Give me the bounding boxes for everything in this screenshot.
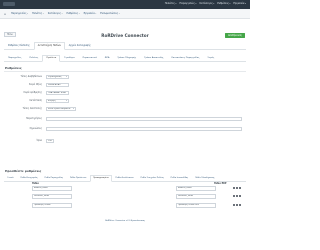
nav-item[interactable]: Ρυθμίσεις bbox=[67, 12, 80, 15]
top-menu-item[interactable]: Παραγγελίες bbox=[179, 2, 196, 5]
select-field[interactable]: Κατά Χρονο Διάρκεια bbox=[46, 106, 76, 111]
field-label: Κατάσταση bbox=[29, 99, 42, 103]
move-up-icon[interactable] bbox=[233, 187, 236, 190]
move-down-icon[interactable] bbox=[236, 187, 239, 190]
mapping-tabs: Γενικά Πεδία Κατηγορίας Πεδία Παραγγελίας Π… bbox=[4, 175, 246, 182]
top-menu-item[interactable]: Εργαλεία bbox=[233, 2, 246, 5]
mapping-row: address_name address_name bbox=[0, 186, 250, 192]
text-field[interactable] bbox=[46, 116, 242, 121]
mapping-head-left: Πεδίο bbox=[32, 182, 39, 185]
field-label: Σειρά Αρίθμησης bbox=[23, 91, 42, 95]
mapping-field-left[interactable]: customer_email bbox=[32, 194, 72, 199]
save-button[interactable]: Αποθήκευση bbox=[224, 32, 245, 38]
row-controls bbox=[233, 187, 242, 190]
mapping-field-right[interactable]: address_name bbox=[176, 186, 216, 191]
top-menu: ΠελάτεςΠαραγγελίεςΚατάλογοςΡυθμίσειςΕργα… bbox=[165, 2, 246, 5]
nav-item[interactable]: Πελάτες bbox=[32, 12, 44, 15]
move-down-icon[interactable] bbox=[236, 204, 239, 207]
footer-text: RoRDrive Connector v2.0 Εγκατάσταση bbox=[105, 220, 145, 222]
form-row: Τύπος Αποστολής Κατά Χρονο Διάρκεια bbox=[0, 106, 250, 112]
text-field[interactable] bbox=[46, 126, 242, 131]
section-title-settings: Ρυθμίσεις bbox=[5, 66, 22, 70]
mapping-tab[interactable]: Πεδία Κατηγορίας bbox=[17, 175, 41, 181]
form-row: Όρια 100 bbox=[0, 138, 250, 144]
tab[interactable]: Προϊόντα bbox=[42, 55, 61, 63]
tab[interactable]: Τρόποι Πληρωμής bbox=[113, 55, 140, 61]
select-field[interactable]: Συμπλήρωση bbox=[46, 74, 69, 79]
divider bbox=[4, 70, 246, 72]
row-controls bbox=[233, 195, 242, 198]
subtabs: Ρυθμίσεις Σύνδεσης Αντιστοίχιση Πεδίων Αρχ… bbox=[4, 42, 246, 50]
field-label: Σειρά Αξίας bbox=[28, 83, 42, 87]
mapping-tab[interactable]: Πεδία Διευθύνσεων bbox=[112, 175, 137, 181]
form-row: Σειρά Αξίας ΣΕΙΡΑ ΑΞΙΑΣ bbox=[0, 82, 250, 88]
main-navbar: ⌂ Παραγγελίες Πελάτες Κατάλογος Ρυθμίσεις Ερ… bbox=[0, 9, 250, 19]
tab[interactable]: Τιμολόγια bbox=[60, 55, 78, 61]
subtab[interactable]: Αρχείο Καταγραφής bbox=[65, 42, 95, 49]
tab[interactable]: Παραστατικά bbox=[79, 55, 101, 61]
mapping-tab[interactable]: Πεδία Στοιχείων Πελάτη bbox=[137, 175, 167, 181]
top-menu-item[interactable]: Πελάτες bbox=[165, 2, 177, 5]
form-row: Παρατηρήσεις bbox=[0, 116, 250, 122]
mapping-row: customer_email customer_email bbox=[0, 194, 250, 200]
mapping-field-right[interactable]: customer_email bbox=[176, 194, 216, 199]
mapping-head-right: Πεδίο ERP bbox=[214, 182, 227, 185]
mapping-tab[interactable]: Προσαρμοσμένα bbox=[89, 175, 113, 182]
text-field[interactable]: 100 bbox=[46, 138, 54, 143]
field-label: Παρατηρήσεις bbox=[26, 117, 42, 121]
field-label: Σημειώσεις bbox=[29, 127, 42, 131]
entity-tabs: Παραγγελίες Πελάτες Προϊόντα Τιμολόγια Παρασ… bbox=[4, 55, 246, 63]
select-field[interactable]: Ενεργή bbox=[46, 98, 69, 103]
tab[interactable]: Πελάτες bbox=[25, 55, 42, 61]
top-menu-item[interactable]: Ρυθμίσεις bbox=[217, 2, 230, 5]
field-label: Τύπος Διαβιβάσεων bbox=[20, 75, 42, 79]
nav-item[interactable]: Παραγγελίες bbox=[11, 12, 28, 15]
page-title: RoRDrive Connector bbox=[101, 33, 149, 38]
section-title-mapping: Προσθέστε ρυθμίσεις bbox=[5, 169, 42, 173]
text-field[interactable]: ΤΔΑ-ΠΑΡΑΓΓΕΛΙΑ bbox=[46, 90, 69, 95]
tab[interactable]: Παραγγελίες bbox=[4, 55, 25, 61]
field-label: Τύπος Αποστολής bbox=[22, 107, 42, 111]
mapping-tab[interactable]: Πεδία Παραγγελίας bbox=[41, 175, 66, 181]
mapping-field-left[interactable]: Προσθήκη Πεδίου bbox=[32, 203, 72, 208]
subtab[interactable]: Αντιστοίχιση Πεδίων bbox=[33, 42, 65, 50]
mapping-row: Προσθήκη Πεδίου Προσθήκη Πεδίου ERP bbox=[0, 203, 250, 209]
form-row: Σειρά Αρίθμησης ΤΔΑ-ΠΑΡΑΓΓΕΛΙΑ bbox=[0, 90, 250, 96]
subtab[interactable]: Ρυθμίσεις Σύνδεσης bbox=[4, 42, 34, 49]
mapping-tab[interactable]: Πεδία Προϊόντων bbox=[66, 175, 89, 181]
form-row: Τύπος Διαβιβάσεων Συμπλήρωση bbox=[0, 74, 250, 80]
tab[interactable]: Τρόποι Αποστολής bbox=[140, 55, 167, 61]
move-up-icon[interactable] bbox=[233, 195, 236, 198]
tab[interactable]: Καταστάσεις Παραγγελίας bbox=[167, 55, 203, 61]
mapping-field-left[interactable]: address_name bbox=[32, 186, 72, 191]
app-logo[interactable] bbox=[3, 2, 15, 6]
nav-items: Παραγγελίες Πελάτες Κατάλογος Ρυθμίσεις Εργα… bbox=[11, 12, 120, 15]
tab[interactable]: ΦΠΑ bbox=[101, 55, 114, 61]
top-menu-item[interactable]: Κατάλογος bbox=[199, 2, 214, 5]
row-controls bbox=[233, 204, 242, 207]
move-down-icon[interactable] bbox=[236, 195, 239, 198]
form-row: Σημειώσεις bbox=[0, 126, 250, 132]
remove-icon[interactable] bbox=[239, 195, 242, 198]
move-up-icon[interactable] bbox=[233, 204, 236, 207]
mapping-field-right[interactable]: Προσθήκη Πεδίου ERP bbox=[176, 203, 216, 208]
remove-icon[interactable] bbox=[239, 187, 242, 190]
nav-item[interactable]: Εργαλεία bbox=[84, 12, 97, 15]
nav-item[interactable]: Κατάλογος bbox=[48, 12, 63, 15]
top-navigation-bar: ΠελάτεςΠαραγγελίεςΚατάλογοςΡυθμίσειςΕργα… bbox=[0, 0, 250, 9]
mapping-tab[interactable]: Γενικά bbox=[4, 175, 17, 181]
home-icon[interactable]: ⌂ bbox=[4, 12, 8, 16]
mapping-tab[interactable]: Πεδία Ολοκλήρωσης bbox=[192, 175, 218, 181]
mapping-tab[interactable]: Πεδία Ιστοσελίδας bbox=[167, 175, 191, 181]
nav-item[interactable]: Ενσωματώσεις bbox=[100, 12, 119, 15]
text-field[interactable]: ΣΕΙΡΑ ΑΞΙΑΣ bbox=[46, 82, 69, 87]
form-row: Κατάσταση Ενεργή bbox=[0, 98, 250, 104]
remove-icon[interactable] bbox=[239, 204, 242, 207]
field-label: Όρια bbox=[36, 139, 42, 143]
tab[interactable]: Σειρές bbox=[204, 55, 219, 61]
